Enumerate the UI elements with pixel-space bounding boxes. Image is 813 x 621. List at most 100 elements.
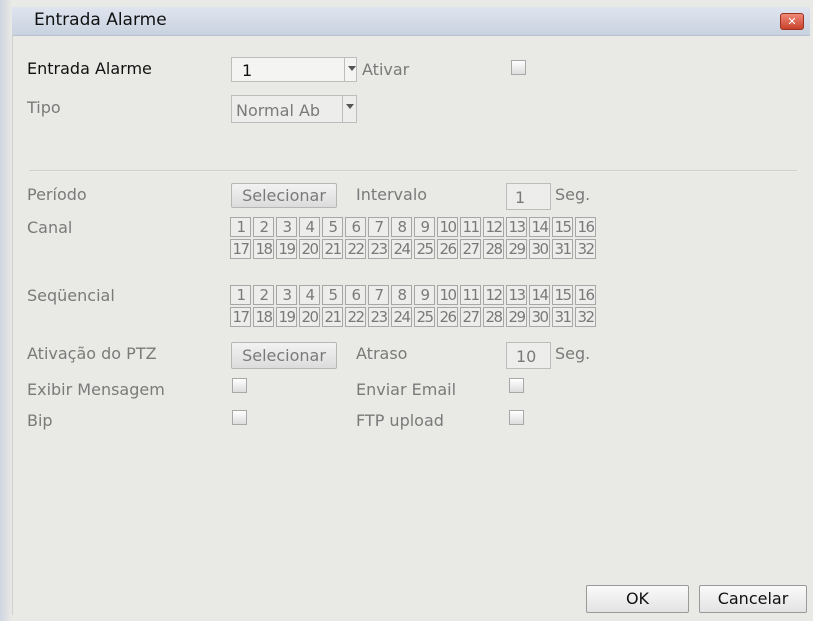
sequencial-channel-4[interactable]: 4 [299, 285, 320, 305]
window-title: Entrada Alarme [34, 10, 167, 30]
canal-channel-7[interactable]: 7 [368, 217, 389, 237]
sequencial-channel-32[interactable]: 32 [575, 307, 596, 327]
close-icon: ✕ [787, 15, 797, 28]
close-button[interactable]: ✕ [780, 13, 804, 30]
canal-channel-2[interactable]: 2 [253, 217, 274, 237]
sequencial-channel-9[interactable]: 9 [414, 285, 435, 305]
sequencial-channel-18[interactable]: 18 [253, 307, 274, 327]
bip-label: Bip [27, 411, 53, 430]
tipo-select-value: Normal Ab [236, 101, 321, 120]
intervalo-unit: Seg. [555, 185, 591, 204]
intervalo-label: Intervalo [356, 185, 428, 204]
entrada-label: Entrada Alarme [27, 59, 152, 78]
sequencial-channel-28[interactable]: 28 [483, 307, 504, 327]
sequencial-channel-31[interactable]: 31 [552, 307, 573, 327]
ok-button[interactable]: OK [586, 585, 689, 613]
canal-channel-18[interactable]: 18 [253, 239, 274, 259]
sequencial-channel-20[interactable]: 20 [299, 307, 320, 327]
chevron-down-icon [342, 96, 356, 122]
sequencial-channel-11[interactable]: 11 [460, 285, 481, 305]
ativar-checkbox[interactable] [511, 60, 526, 75]
sequencial-channel-22[interactable]: 22 [345, 307, 366, 327]
sequencial-channel-15[interactable]: 15 [552, 285, 573, 305]
bip-checkbox[interactable] [232, 410, 247, 425]
canal-channel-1[interactable]: 1 [230, 217, 251, 237]
intervalo-input[interactable]: 1 [506, 183, 551, 210]
window-left-edge [0, 0, 12, 621]
periodo-label: Período [27, 185, 87, 204]
sequencial-channel-24[interactable]: 24 [391, 307, 412, 327]
canal-channel-22[interactable]: 22 [345, 239, 366, 259]
sequencial-channel-25[interactable]: 25 [414, 307, 435, 327]
enviar-email-label: Enviar Email [356, 380, 457, 399]
sequencial-channel-1[interactable]: 1 [230, 285, 251, 305]
canal-label: Canal [27, 218, 73, 237]
sequencial-channel-grid: 1 2 3 4 5 6 7 8 9 10 11 12 13 14 15 16 17 18 19 20 21 22 23 24 2… [229, 284, 597, 328]
sequencial-channel-17[interactable]: 17 [230, 307, 251, 327]
entrada-select-value: 1 [242, 61, 253, 80]
periodo-selecionar-button[interactable]: Selecionar [231, 183, 337, 208]
sequencial-channel-21[interactable]: 21 [322, 307, 343, 327]
dialog-body: Entrada Alarme 1 Ativar Tipo Normal Ab P… [12, 35, 811, 615]
canal-channel-25[interactable]: 25 [414, 239, 435, 259]
canal-channel-9[interactable]: 9 [414, 217, 435, 237]
canal-channel-23[interactable]: 23 [368, 239, 389, 259]
canal-channel-27[interactable]: 27 [460, 239, 481, 259]
chevron-down-icon [344, 58, 356, 81]
canal-channel-16[interactable]: 16 [575, 217, 596, 237]
sequencial-channel-7[interactable]: 7 [368, 285, 389, 305]
tipo-select[interactable]: Normal Ab [231, 95, 357, 123]
canal-channel-26[interactable]: 26 [437, 239, 458, 259]
canal-channel-31[interactable]: 31 [552, 239, 573, 259]
cancel-button[interactable]: Cancelar [699, 585, 807, 613]
sequencial-channel-13[interactable]: 13 [506, 285, 527, 305]
sequencial-channel-29[interactable]: 29 [506, 307, 527, 327]
atraso-input[interactable]: 10 [506, 342, 551, 369]
sequencial-channel-14[interactable]: 14 [529, 285, 550, 305]
canal-channel-28[interactable]: 28 [483, 239, 504, 259]
canal-channel-4[interactable]: 4 [299, 217, 320, 237]
sequencial-channel-8[interactable]: 8 [391, 285, 412, 305]
entrada-select[interactable]: 1 [231, 57, 357, 82]
canal-channel-30[interactable]: 30 [529, 239, 550, 259]
canal-channel-32[interactable]: 32 [575, 239, 596, 259]
canal-channel-19[interactable]: 19 [276, 239, 297, 259]
ptz-selecionar-button[interactable]: Selecionar [231, 342, 337, 369]
ativar-label: Ativar [362, 60, 410, 79]
sequencial-label: Seqüencial [27, 286, 115, 305]
sequencial-channel-30[interactable]: 30 [529, 307, 550, 327]
sequencial-channel-23[interactable]: 23 [368, 307, 389, 327]
sequencial-channel-12[interactable]: 12 [483, 285, 504, 305]
sequencial-channel-5[interactable]: 5 [322, 285, 343, 305]
sequencial-channel-16[interactable]: 16 [575, 285, 596, 305]
sequencial-channel-2[interactable]: 2 [253, 285, 274, 305]
canal-channel-24[interactable]: 24 [391, 239, 412, 259]
canal-channel-grid: 1 2 3 4 5 6 7 8 9 10 11 12 13 14 15 16 17 18 19 20 21 22 23 24 2… [229, 216, 597, 260]
canal-channel-6[interactable]: 6 [345, 217, 366, 237]
atraso-label: Atraso [356, 344, 408, 363]
canal-channel-29[interactable]: 29 [506, 239, 527, 259]
section-divider [29, 170, 797, 172]
canal-channel-20[interactable]: 20 [299, 239, 320, 259]
sequencial-channel-19[interactable]: 19 [276, 307, 297, 327]
canal-channel-11[interactable]: 11 [460, 217, 481, 237]
canal-channel-17[interactable]: 17 [230, 239, 251, 259]
canal-channel-8[interactable]: 8 [391, 217, 412, 237]
sequencial-channel-10[interactable]: 10 [437, 285, 458, 305]
canal-channel-21[interactable]: 21 [322, 239, 343, 259]
ftp-upload-checkbox[interactable] [509, 410, 524, 425]
sequencial-channel-26[interactable]: 26 [437, 307, 458, 327]
title-bar: Entrada Alarme ✕ [12, 7, 810, 36]
canal-channel-15[interactable]: 15 [552, 217, 573, 237]
canal-channel-5[interactable]: 5 [322, 217, 343, 237]
canal-channel-3[interactable]: 3 [276, 217, 297, 237]
canal-channel-12[interactable]: 12 [483, 217, 504, 237]
canal-channel-14[interactable]: 14 [529, 217, 550, 237]
canal-channel-13[interactable]: 13 [506, 217, 527, 237]
canal-channel-10[interactable]: 10 [437, 217, 458, 237]
sequencial-channel-27[interactable]: 27 [460, 307, 481, 327]
exibir-mensagem-checkbox[interactable] [232, 378, 247, 393]
enviar-email-checkbox[interactable] [509, 378, 524, 393]
sequencial-channel-6[interactable]: 6 [345, 285, 366, 305]
sequencial-channel-3[interactable]: 3 [276, 285, 297, 305]
